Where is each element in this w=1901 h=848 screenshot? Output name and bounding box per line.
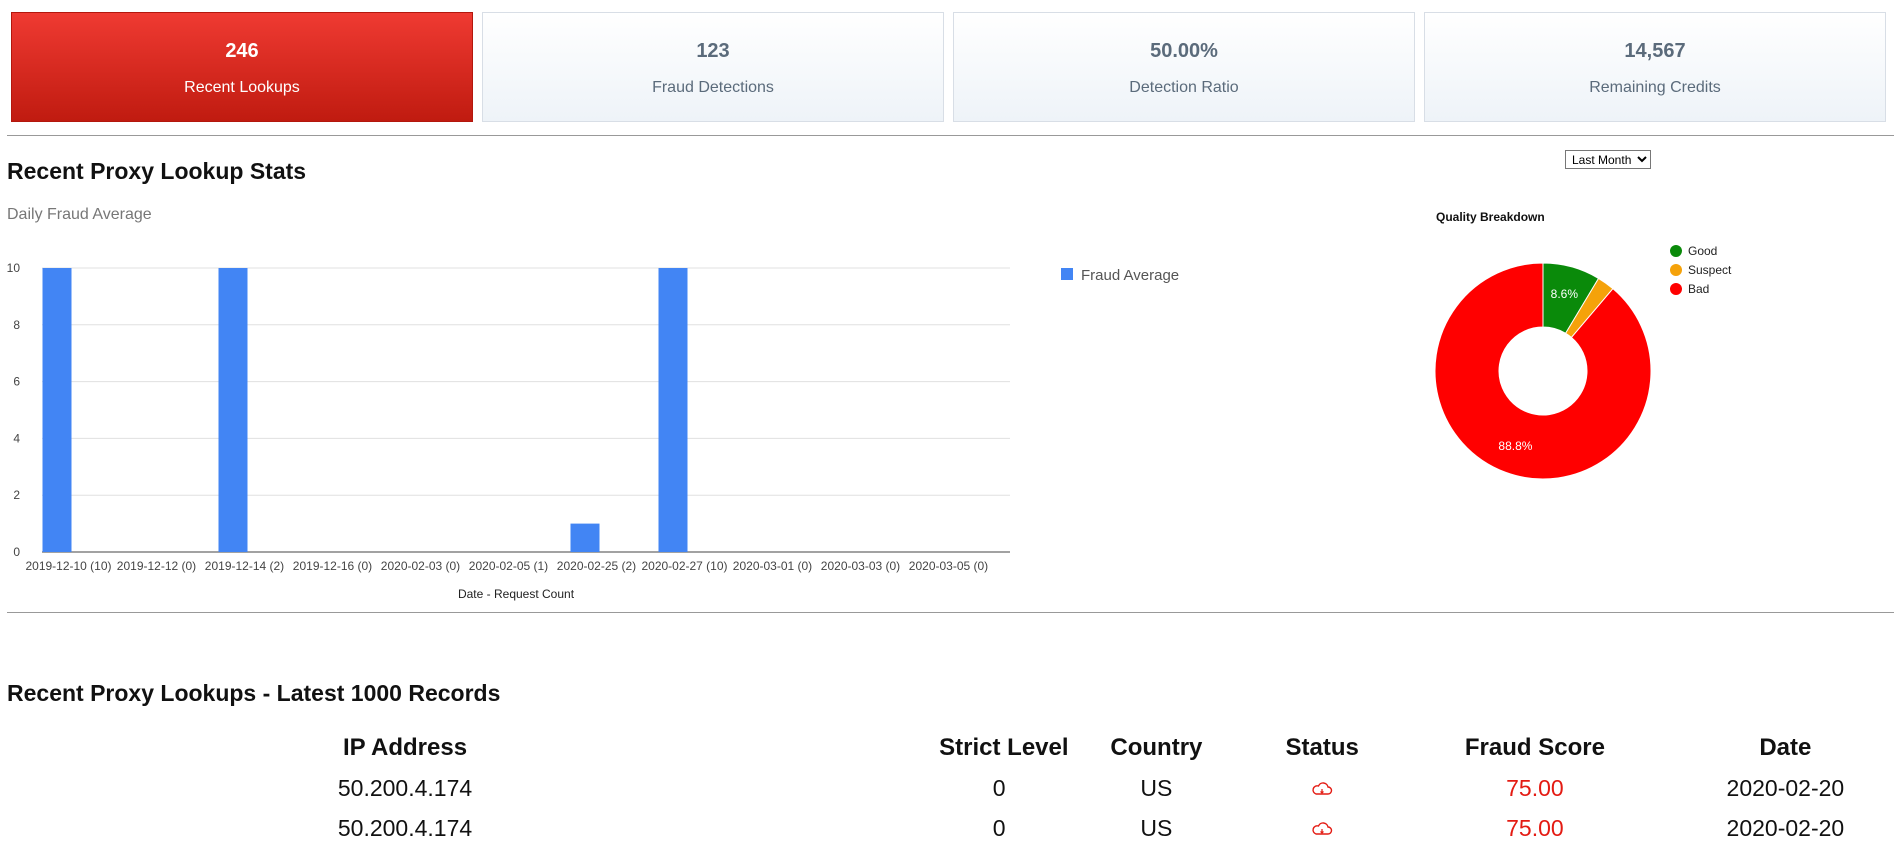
cell-strict-level: 0 bbox=[992, 774, 1006, 801]
table-row[interactable]: 50.200.4.174 0 US 75.00 2020-02-20 bbox=[240, 808, 1901, 848]
stat-card-fraud-detections[interactable]: 123 Fraud Detections bbox=[482, 12, 944, 122]
bar bbox=[658, 268, 688, 552]
column-header-strict-level[interactable]: Strict Level bbox=[570, 728, 1068, 768]
cell-ip: 50.200.4.174 bbox=[337, 814, 473, 841]
stat-value: 14,567 bbox=[1624, 39, 1686, 62]
pie-slice bbox=[1434, 262, 1652, 480]
stat-value: 246 bbox=[225, 39, 259, 62]
legend-label: Good bbox=[1688, 244, 1717, 258]
x-tick-label: 2020-03-05 (0) bbox=[909, 559, 988, 573]
column-header-country[interactable]: Country bbox=[1069, 728, 1245, 768]
cell-fraud-score: 75.00 bbox=[1506, 814, 1564, 841]
column-header-date[interactable]: Date bbox=[1670, 728, 1901, 768]
x-axis-label: Date - Request Count bbox=[458, 587, 575, 601]
x-tick-label: 2020-03-01 (0) bbox=[733, 559, 812, 573]
table-header-row: IP Address Strict Level Country Status F… bbox=[240, 728, 1901, 768]
cell-country: US bbox=[1140, 774, 1173, 801]
cell-status bbox=[1244, 808, 1400, 848]
column-header-fraud-score[interactable]: Fraud Score bbox=[1400, 728, 1670, 768]
column-header-status[interactable]: Status bbox=[1244, 728, 1400, 768]
x-tick-label: 2020-02-25 (2) bbox=[557, 559, 636, 573]
y-tick-label: 0 bbox=[13, 545, 20, 559]
stat-card-detection-ratio[interactable]: 50.00% Detection Ratio bbox=[953, 12, 1415, 122]
stat-cards: 246 Recent Lookups 123 Fraud Detections … bbox=[11, 12, 1886, 122]
y-tick-label: 4 bbox=[13, 431, 20, 445]
x-tick-label: 2019-12-12 (0) bbox=[117, 559, 196, 573]
quality-breakdown-pie-chart: Quality Breakdown 8.6% 88.8% Good Suspect Bad bbox=[1434, 210, 1732, 480]
x-tick-label: 2020-02-03 (0) bbox=[381, 559, 460, 573]
legend-label: Suspect bbox=[1688, 263, 1732, 277]
date-range-select[interactable]: Last Month bbox=[1565, 150, 1651, 169]
lookups-section-title: Recent Proxy Lookups - Latest 1000 Recor… bbox=[7, 680, 501, 706]
stat-label: Recent Lookups bbox=[184, 78, 300, 96]
pie-slice-label: 8.6% bbox=[1551, 287, 1579, 301]
pie-slice-label: 88.8% bbox=[1498, 439, 1532, 453]
x-tick-label: 2019-12-14 (2) bbox=[205, 559, 284, 573]
bar bbox=[570, 523, 600, 552]
x-tick-label: 2020-02-05 (1) bbox=[469, 559, 548, 573]
fraud-average-bar-chart: 0 2 4 6 8 10 2019-12-10 (10) 2019-12-12 (0) 2019… bbox=[7, 261, 1179, 601]
cloud-icon bbox=[1312, 822, 1333, 836]
cell-country: US bbox=[1140, 814, 1173, 841]
cell-strict-level: 0 bbox=[992, 814, 1006, 841]
legend-swatch bbox=[1061, 268, 1073, 280]
bar bbox=[218, 268, 248, 552]
legend-label: Fraud Average bbox=[1081, 267, 1179, 284]
stats-section-title: Recent Proxy Lookup Stats bbox=[7, 158, 307, 184]
chart-subtitle: Daily Fraud Average bbox=[7, 206, 152, 223]
column-header-ip-address[interactable]: IP Address bbox=[240, 728, 570, 768]
pie-title: Quality Breakdown bbox=[1436, 210, 1545, 224]
divider bbox=[7, 612, 1894, 613]
legend-label: Bad bbox=[1688, 282, 1709, 296]
y-tick-label: 10 bbox=[7, 261, 21, 275]
stat-label: Remaining Credits bbox=[1589, 78, 1721, 96]
y-tick-label: 2 bbox=[13, 488, 20, 502]
stat-label: Fraud Detections bbox=[652, 78, 774, 96]
legend-swatch bbox=[1670, 264, 1682, 276]
cell-date: 2020-02-20 bbox=[1726, 814, 1845, 841]
x-tick-label: 2020-02-27 (10) bbox=[641, 559, 727, 573]
y-tick-label: 6 bbox=[13, 375, 20, 389]
divider bbox=[7, 135, 1894, 136]
legend-swatch bbox=[1670, 283, 1682, 295]
legend-swatch bbox=[1670, 245, 1682, 257]
table-row[interactable]: 50.200.4.174 0 US 75.00 2020-02-20 bbox=[240, 768, 1901, 808]
x-tick-label: 2020-03-03 (0) bbox=[821, 559, 900, 573]
stat-value: 50.00% bbox=[1150, 39, 1218, 62]
stat-label: Detection Ratio bbox=[1129, 78, 1239, 96]
x-tick-label: 2019-12-16 (0) bbox=[293, 559, 372, 573]
y-tick-label: 8 bbox=[13, 318, 20, 332]
cell-fraud-score: 75.00 bbox=[1506, 774, 1564, 801]
cell-status bbox=[1244, 768, 1400, 808]
cell-date: 2020-02-20 bbox=[1726, 774, 1845, 801]
cell-ip: 50.200.4.174 bbox=[337, 774, 473, 801]
stat-card-remaining-credits[interactable]: 14,567 Remaining Credits bbox=[1424, 12, 1886, 122]
x-tick-label: 2019-12-10 (10) bbox=[25, 559, 111, 573]
lookups-table: IP Address Strict Level Country Status F… bbox=[240, 728, 1901, 848]
bar bbox=[42, 268, 72, 552]
stat-card-recent-lookups[interactable]: 246 Recent Lookups bbox=[11, 12, 473, 122]
cloud-icon bbox=[1312, 782, 1333, 796]
stat-value: 123 bbox=[696, 39, 730, 62]
